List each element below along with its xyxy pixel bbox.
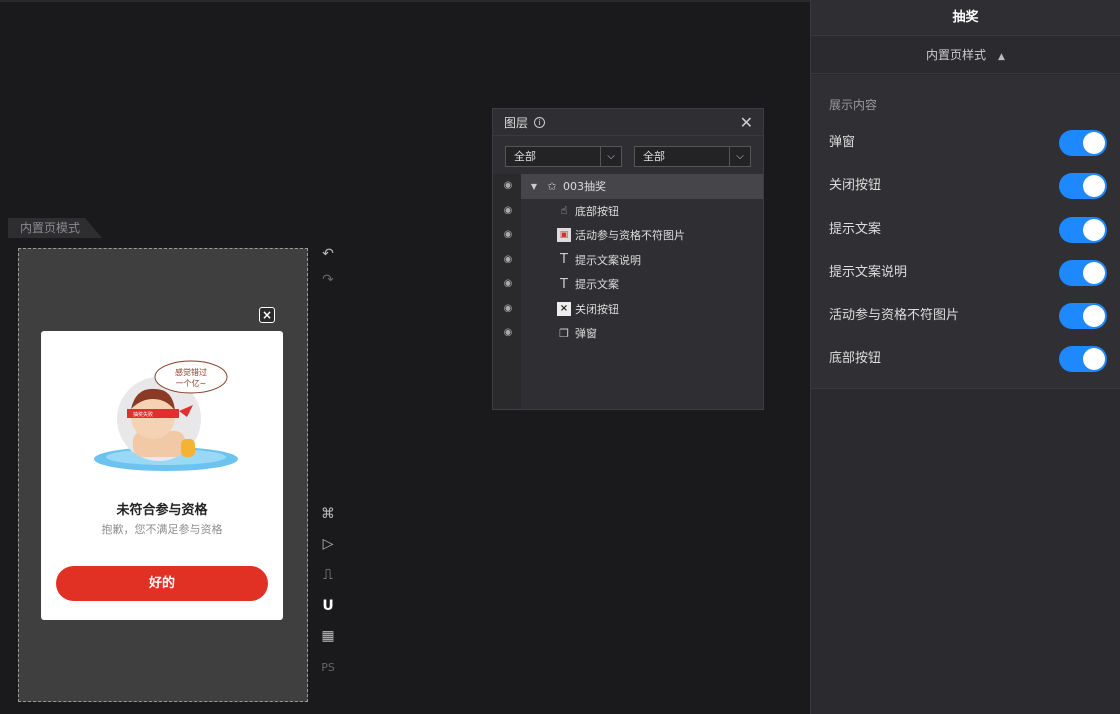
svg-text:一个亿~: 一个亿~ bbox=[176, 378, 207, 388]
content-label: 展示内容 bbox=[829, 98, 878, 112]
layer-row[interactable]: ◉ ▣ 活动参与资格不符图片 bbox=[493, 223, 763, 248]
mode-tab[interactable]: 内置页模式 bbox=[8, 218, 102, 238]
svg-text:感觉错过: 感觉错过 bbox=[175, 367, 207, 377]
popup-title: 未符合参与资格 bbox=[116, 503, 208, 518]
undo-icon[interactable]: ↶ bbox=[318, 244, 338, 264]
toggle-row-image: 活动参与资格不符图片 bbox=[829, 303, 1107, 329]
eye-icon[interactable]: ◉ bbox=[501, 253, 515, 267]
image-icon: ▣ bbox=[557, 228, 571, 243]
redo-icon[interactable]: ↷ bbox=[318, 270, 338, 290]
popup-close-icon[interactable]: × bbox=[259, 307, 275, 323]
layer-tree: ◉ ▼ ✩ 003抽奖 ◉ ☝ 底部按钮 ◉ ▣ 活动参与资格不符图片 ◉ T bbox=[493, 174, 763, 346]
ok-button[interactable]: 好的 bbox=[56, 566, 268, 601]
caret-down-icon[interactable]: ▼ bbox=[527, 179, 541, 193]
window-icon: ❐ bbox=[559, 326, 569, 340]
ps-icon[interactable]: PS bbox=[318, 657, 338, 677]
eye-icon[interactable]: ◉ bbox=[501, 302, 515, 316]
text-icon: T bbox=[560, 276, 568, 292]
eye-icon[interactable]: ◉ bbox=[501, 277, 515, 291]
display-content-section: 展示内容 弹窗 关闭按钮 提示文案 提示文案说明 活动参与资格不符图片 底部按钮 bbox=[811, 75, 1120, 389]
layer-row[interactable]: ◉ T 提示文案说明 bbox=[493, 248, 763, 273]
toggle-row-hint-desc: 提示文案说明 bbox=[829, 260, 1107, 286]
pin-icon: ✩ bbox=[547, 179, 557, 193]
popup-card[interactable]: 抽奖失败 感觉错过 一个亿~ 未符合参与资格 抱歉，您不满足参与资格 好的 bbox=[41, 331, 283, 620]
layer-row-root[interactable]: ◉ ▼ ✩ 003抽奖 bbox=[493, 174, 763, 199]
section-header[interactable]: 内置页样式 ▲ bbox=[811, 36, 1120, 74]
artboard[interactable]: × 抽奖失败 感觉错过 一个亿~ 未符合参与资格 抱歉，您不满足参与资格 好的 bbox=[18, 248, 308, 702]
properties-panel: 抽奖 内置页样式 ▲ 展示内容 弹窗 关闭按钮 提示文案 提示文案说明 活动参与资… bbox=[810, 0, 1120, 714]
layers-panel: 图层 i ✕ 全部 ⌵ 全部 ⌵ ◉ ▼ ✩ 003抽奖 ◉ ☝ 底部按钮 ◉ … bbox=[492, 108, 764, 410]
eye-icon[interactable]: ◉ bbox=[501, 228, 515, 242]
layers-title: 图层 bbox=[504, 115, 529, 130]
layers-header: 图层 i bbox=[493, 109, 763, 136]
pointer-icon: ☝ bbox=[560, 204, 568, 218]
layer-row[interactable]: ◉ ❐ 弹窗 bbox=[493, 321, 763, 346]
magnet-icon[interactable]: U bbox=[318, 596, 338, 616]
command-icon[interactable]: ⌘ bbox=[318, 504, 338, 524]
text-icon: T bbox=[560, 252, 568, 268]
toggle-switch[interactable] bbox=[1059, 217, 1107, 243]
toggle-row-bottom-button: 底部按钮 bbox=[829, 346, 1107, 372]
toggle-switch[interactable] bbox=[1059, 346, 1107, 372]
top-divider bbox=[0, 0, 810, 2]
layer-row[interactable]: ◉ ☝ 底部按钮 bbox=[493, 199, 763, 224]
eye-icon[interactable]: ◉ bbox=[501, 204, 515, 218]
panel-title: 抽奖 bbox=[811, 0, 1120, 36]
chevron-down-icon: ⌵ bbox=[729, 147, 750, 166]
toggle-switch[interactable] bbox=[1059, 260, 1107, 286]
close-box-icon: × bbox=[557, 301, 571, 316]
toggle-row-hint-text: 提示文案 bbox=[829, 217, 1107, 243]
toggle-row-popup: 弹窗 bbox=[829, 130, 1107, 156]
info-icon[interactable]: i bbox=[534, 116, 546, 128]
caret-up-icon: ▲ bbox=[998, 52, 1005, 62]
sad-character-illustration: 抽奖失败 感觉错过 一个亿~ bbox=[94, 360, 238, 471]
layer-filters: 全部 ⌵ 全部 ⌵ bbox=[505, 146, 751, 168]
eye-icon[interactable]: ◉ bbox=[501, 179, 515, 193]
filter-select-left[interactable]: 全部 ⌵ bbox=[505, 146, 622, 167]
filter-select-right[interactable]: 全部 ⌵ bbox=[634, 146, 751, 167]
layer-row[interactable]: ◉ × 关闭按钮 bbox=[493, 297, 763, 322]
layer-row[interactable]: ◉ T 提示文案 bbox=[493, 272, 763, 297]
popup-subtitle: 抱歉，您不满足参与资格 bbox=[101, 523, 223, 536]
play-icon[interactable]: ▷ bbox=[318, 534, 338, 554]
toggle-row-close-button: 关闭按钮 bbox=[829, 173, 1107, 199]
grid-icon[interactable]: ▦ bbox=[318, 626, 338, 646]
eye-icon[interactable]: ◉ bbox=[501, 326, 515, 340]
toggle-switch[interactable] bbox=[1059, 303, 1107, 329]
close-icon[interactable]: ✕ bbox=[740, 113, 753, 132]
toggle-switch[interactable] bbox=[1059, 130, 1107, 156]
chevron-down-icon: ⌵ bbox=[600, 147, 621, 166]
toggle-switch[interactable] bbox=[1059, 173, 1107, 199]
paint-roller-icon[interactable]: ⎍ bbox=[318, 565, 338, 585]
headband-text: 抽奖失败 bbox=[133, 411, 153, 418]
